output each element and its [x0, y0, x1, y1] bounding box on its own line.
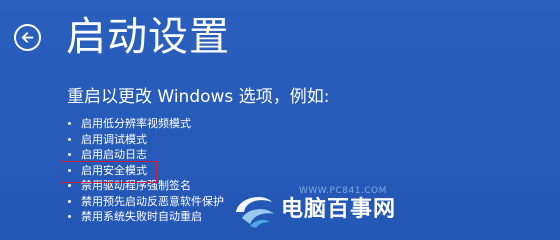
startup-settings-screen: 启动设置 重启以更改 Windows 选项，例如: 启用低分辨率视频模式 启用调…	[0, 0, 560, 240]
list-item: 禁用预先启动反恶意软件保护	[67, 194, 224, 210]
options-list: 启用低分辨率视频模式 启用调试模式 启用启动日志 启用安全模式 禁用驱动程序强制…	[67, 116, 224, 225]
watermark-url: WWW.PC841.COM	[299, 186, 387, 196]
swirl-logo-icon	[236, 197, 274, 228]
list-item: 禁用驱动程序强制签名	[67, 178, 224, 194]
bullet-icon	[68, 153, 71, 156]
bullet-icon	[68, 122, 71, 125]
page-title: 启动设置	[66, 14, 230, 60]
list-item: 禁用系统失败时自动重启	[67, 209, 224, 225]
list-item: 启用启动日志	[67, 147, 224, 163]
option-label: 启用调试模式	[81, 132, 147, 146]
option-label: 启用低分辨率视频模式	[81, 117, 191, 130]
bullet-icon	[68, 199, 71, 203]
option-label: 禁用系统失败时自动重启	[81, 210, 202, 223]
option-label: 禁用驱动程序强制签名	[81, 179, 191, 192]
back-arrow-icon	[21, 31, 34, 44]
list-item: 启用调试模式	[67, 132, 224, 148]
back-button[interactable]	[14, 24, 41, 51]
bullet-icon	[68, 215, 71, 218]
watermark-site-name: 电脑百事网	[281, 197, 397, 222]
list-item: 启用安全模式	[67, 163, 224, 179]
instruction-text: 重启以更改 Windows 选项，例如:	[67, 87, 330, 107]
option-label: 启用安全模式	[81, 163, 147, 177]
bullet-icon	[68, 184, 71, 187]
bullet-icon	[68, 137, 71, 141]
list-item: 启用低分辨率视频模式	[67, 116, 224, 132]
option-label: 禁用预先启动反恶意软件保护	[81, 194, 224, 208]
option-label: 启用启动日志	[81, 148, 147, 161]
bullet-icon	[68, 168, 71, 172]
